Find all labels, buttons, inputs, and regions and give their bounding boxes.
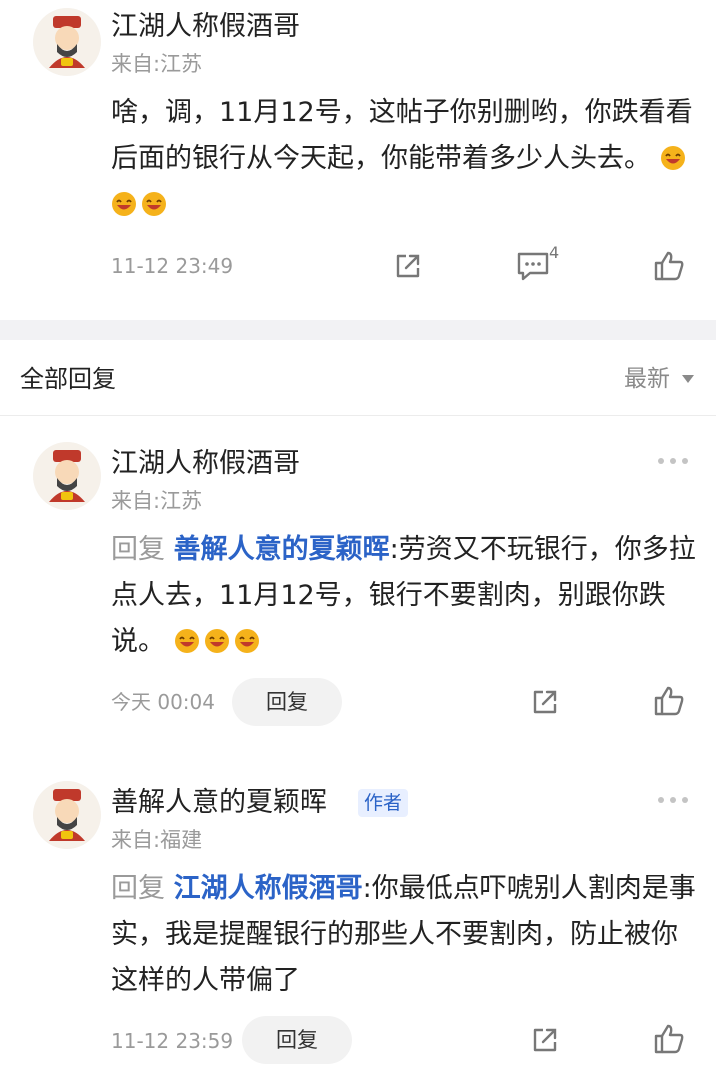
avatar[interactable] [33,442,101,510]
timestamp: 11-12 23:59 [111,1029,234,1053]
reply-button[interactable]: 回复 [232,678,342,726]
reply-to-user-link[interactable]: 善解人意的夏颖晖 [174,534,390,565]
thumbs-up-icon[interactable] [652,684,686,722]
comment-icon[interactable] [516,248,550,286]
header-divider [0,415,716,416]
thumbs-up-icon[interactable] [652,1022,686,1060]
timestamp: 11-12 23:49 [111,254,234,278]
laugh-emoji-icon [174,626,264,657]
section-divider [0,320,716,340]
reply-prefix: 回复 [111,534,165,565]
username[interactable]: 善解人意的夏颖晖 [111,786,327,820]
location-label: 来自:福建 [111,828,203,852]
reply-text: 回复 善解人意的夏颖晖:劳资又不玩银行，你多拉点人去，11月12号，银行不要割肉… [111,527,701,665]
reply-button[interactable]: 回复 [242,1016,352,1064]
reply-to-user-link[interactable]: 江湖人称假酒哥 [174,873,363,904]
username[interactable]: 江湖人称假酒哥 [111,447,300,481]
location-label: 来自:江苏 [111,489,203,513]
sort-dropdown[interactable]: 最新 [624,363,695,395]
reply-prefix: 回复 [111,873,165,904]
share-icon[interactable] [529,686,561,722]
caishen-avatar-icon [33,442,101,510]
caishen-avatar-icon [33,8,101,76]
avatar[interactable] [33,781,101,849]
reply-text: 回复 江湖人称假酒哥:你最低点吓唬别人割肉是事实，我是提醒银行的那些人不要割肉，… [111,866,701,1004]
timestamp: 今天 00:04 [111,690,215,714]
caishen-avatar-icon [33,781,101,849]
thumbs-up-icon[interactable] [652,249,686,287]
more-options-icon[interactable] [656,453,690,473]
share-icon[interactable] [392,250,424,286]
username[interactable]: 江湖人称假酒哥 [111,10,300,44]
replies-header-title: 全部回复 [20,365,116,393]
dropdown-triangle-icon [682,375,695,383]
location-label: 来自:江苏 [111,52,203,76]
share-icon[interactable] [529,1024,561,1060]
avatar[interactable] [33,8,101,76]
comment-text: 啥，调，11月12号，这帖子你别删哟，你跌看看后面的银行从今天起，你能带着多少人… [111,90,701,228]
comment-count: 4 [549,243,560,262]
more-options-icon[interactable] [656,792,690,812]
author-badge: 作者 [358,789,409,817]
sort-label: 最新 [624,366,670,392]
comment-text-content: 啥，调，11月12号，这帖子你别删哟，你跌看看后面的银行从今天起，你能带着多少人… [111,97,693,174]
